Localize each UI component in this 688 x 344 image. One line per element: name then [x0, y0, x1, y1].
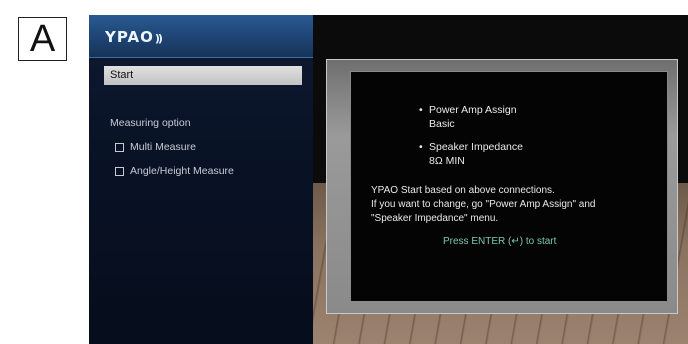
multi-measure-label: Multi Measure: [130, 141, 196, 153]
bullet-dot-icon: •: [419, 141, 423, 153]
logo-bar: YPAO)): [89, 15, 313, 58]
multi-measure-option[interactable]: Multi Measure: [115, 141, 196, 153]
monitor-frame: • Power Amp Assign Basic • Speaker Imped…: [326, 59, 678, 314]
angle-height-measure-option[interactable]: Angle/Height Measure: [115, 165, 234, 177]
bullet-value: 8Ω MIN: [429, 155, 465, 167]
ypao-logo: YPAO)): [105, 28, 163, 46]
message-line: If you want to change, go "Power Amp Ass…: [371, 199, 596, 210]
bullet-value: Basic: [429, 118, 455, 130]
enter-prompt: Press ENTER (↵) to start: [443, 236, 557, 247]
sidebar: YPAO)) Start Measuring option Multi Meas…: [89, 15, 313, 344]
monitor-screen: • Power Amp Assign Basic • Speaker Imped…: [350, 71, 668, 302]
bullet-dot-icon: •: [419, 104, 423, 116]
bullet-speaker-impedance: • Speaker Impedance 8Ω MIN: [419, 140, 523, 168]
figure-label: A: [18, 17, 67, 61]
message-line: YPAO Start based on above connections.: [371, 185, 555, 196]
measuring-option-title: Measuring option: [110, 117, 191, 129]
bullet-title: Power Amp Assign: [429, 104, 517, 116]
logo-waves-icon: )): [154, 32, 163, 45]
bullet-title: Speaker Impedance: [429, 141, 523, 153]
ypao-screen: YPAO)) Start Measuring option Multi Meas…: [89, 15, 688, 344]
start-menu-item[interactable]: Start: [104, 66, 302, 85]
checkbox-icon[interactable]: [115, 142, 124, 152]
info-message: YPAO Start based on above connections. I…: [371, 184, 661, 226]
logo-text: YPAO: [105, 28, 154, 46]
checkbox-icon[interactable]: [115, 166, 124, 176]
bullet-power-amp-assign: • Power Amp Assign Basic: [419, 103, 517, 131]
angle-height-measure-label: Angle/Height Measure: [130, 165, 234, 177]
room-illustration: • Power Amp Assign Basic • Speaker Imped…: [313, 15, 688, 344]
message-line: "Speaker Impedance" menu.: [371, 213, 499, 224]
